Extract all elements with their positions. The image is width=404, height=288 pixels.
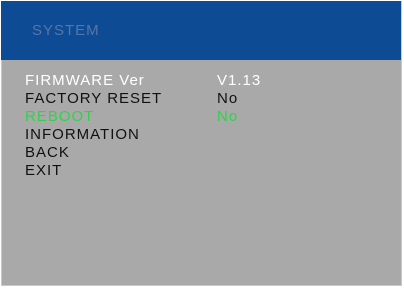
factory-reset-value[interactable]: No [217,90,238,108]
menu-item-reboot[interactable]: REBOOT No [25,108,385,126]
back-label: BACK [25,144,70,161]
firmware-label: FIRMWARE Ver [25,72,145,89]
information-label: INFORMATION [25,126,140,143]
menu-item-exit[interactable]: EXIT [25,162,385,180]
system-menu: FIRMWARE Ver V1.13 FACTORY RESET No REBO… [25,72,385,180]
reboot-label: REBOOT [25,108,95,125]
menu-item-information[interactable]: INFORMATION [25,126,385,144]
osd-screen: SYSTEM FIRMWARE Ver V1.13 FACTORY RESET … [0,0,402,286]
menu-title: SYSTEM [32,22,100,39]
factory-reset-label: FACTORY RESET [25,90,163,107]
menu-item-firmware: FIRMWARE Ver V1.13 [25,72,385,90]
exit-label: EXIT [25,162,63,179]
menu-item-back[interactable]: BACK [25,144,385,162]
menu-item-factory-reset[interactable]: FACTORY RESET No [25,90,385,108]
title-bar: SYSTEM [1,1,401,60]
reboot-value[interactable]: No [217,108,238,126]
firmware-version-value: V1.13 [217,72,262,89]
